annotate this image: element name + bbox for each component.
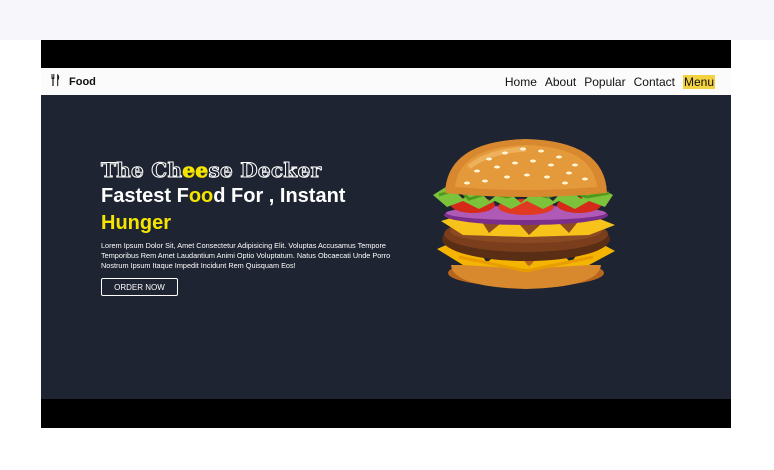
burger-image — [429, 137, 623, 298]
nav-link-menu[interactable]: Menu — [682, 74, 715, 89]
hero-title-highlight: ee — [182, 158, 209, 183]
hero-description: Lorem Ipsum Dolor Sit, Amet Consectetur … — [101, 241, 391, 270]
top-band — [0, 0, 774, 40]
navbar: Food Home About Popular Contact Menu — [41, 68, 731, 95]
nav-link-popular[interactable]: Popular — [584, 75, 625, 89]
hero-title-part-1: The Ch — [100, 158, 183, 183]
nav-link-about[interactable]: About — [545, 75, 576, 89]
hero-heading-hunger: Hunger — [101, 212, 171, 234]
video-frame: Food Home About Popular Contact Menu The… — [41, 40, 731, 428]
hero-heading-part-1: Fastest F — [101, 185, 189, 207]
order-now-button[interactable]: ORDER NOW — [101, 278, 178, 296]
nav-link-contact[interactable]: Contact — [634, 75, 675, 89]
brand-name: Food — [69, 75, 96, 88]
hero-heading-part-2: d For , Instant — [213, 185, 346, 207]
fork-knife-icon — [51, 73, 61, 91]
nav-links: Home About Popular Contact Menu — [505, 74, 715, 89]
hero-title-part-2: se Decker — [208, 158, 322, 183]
hero-heading-highlight: oo — [188, 185, 214, 207]
hero-heading: Fastest Food For , Instant — [101, 185, 345, 208]
nav-link-home[interactable]: Home — [505, 75, 537, 89]
hero-title: The Cheese Decker — [100, 158, 322, 183]
brand[interactable]: Food — [51, 73, 96, 91]
bottom-bar — [41, 399, 731, 428]
